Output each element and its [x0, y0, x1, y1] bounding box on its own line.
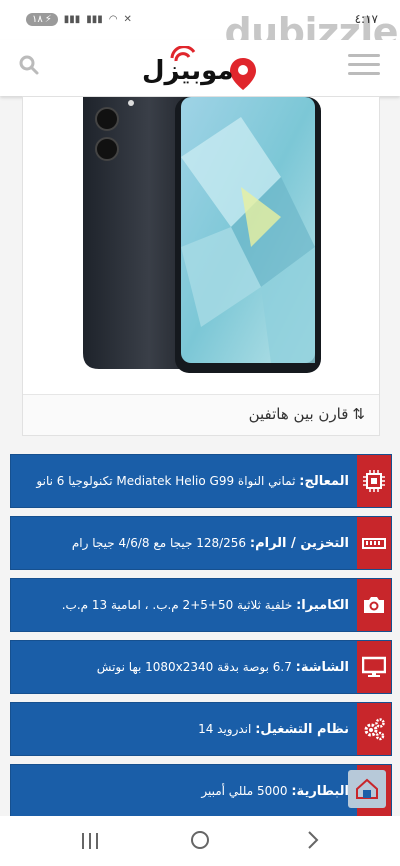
spec-value: 5000 مللي أمبير [201, 784, 288, 798]
spec-text: التخزين / الرام: 128/256 جيجا مع 4/6/8 ج… [72, 517, 349, 569]
spec-label: نظام التشغيل: [255, 722, 349, 737]
spec-label: الشاشة: [295, 660, 349, 675]
compare-link[interactable]: ⇅ قارن بين هاتفين [249, 405, 365, 423]
spec-label: البطارية: [291, 784, 349, 799]
site-header: موبيزل [0, 40, 400, 96]
memory-icon [357, 517, 391, 569]
spec-text: المعالج: ثماني النواة Mediatek Helio G99… [36, 455, 349, 507]
back-icon[interactable] [306, 831, 320, 849]
home-fab[interactable] [348, 770, 386, 808]
spec-text: البطارية: 5000 مللي أمبير [201, 765, 349, 817]
battery-level: ١٨ [32, 14, 43, 25]
spec-text: الشاشة: 6.7 بوصة بدقة 1080x2340 بها نوتش [97, 641, 349, 693]
charging-icon: ⚡ [44, 14, 52, 25]
spec-row-os: نظام التشغيل: اندرويد 14 [10, 702, 392, 756]
home-button-icon[interactable] [191, 831, 209, 849]
product-image [83, 97, 321, 373]
logo-text: موبيزل [142, 56, 234, 86]
spec-row-display: الشاشة: 6.7 بوصة بدقة 1080x2340 بها نوتش [10, 640, 392, 694]
gears-icon [357, 703, 391, 755]
spec-row-battery: البطارية: 5000 مللي أمبير [10, 764, 392, 818]
camera-icon [357, 579, 391, 631]
spec-label: المعالج: [299, 474, 349, 489]
monitor-icon [357, 641, 391, 693]
spec-value: خلفية ثلاثية 50+5+2 م.ب. ، امامية 13 م.ب… [61, 598, 293, 612]
spec-text: نظام التشغيل: اندرويد 14 [198, 703, 349, 755]
spec-value: اندرويد 14 [198, 722, 252, 736]
site-logo[interactable]: موبيزل [142, 46, 262, 90]
spec-value: 6.7 بوصة بدقة 1080x2340 بها نوتش [96, 660, 292, 674]
signal-icon-2: ▮▮▮ [86, 14, 103, 25]
spec-value: 128/256 جيجا مع 4/6/8 جيجا رام [71, 536, 247, 550]
spec-row-camera: الكاميرا: خلفية ثلاثية 50+5+2 م.ب. ، اما… [10, 578, 392, 632]
compare-label: قارن بين هاتفين [248, 405, 349, 423]
spec-label: التخزين / الرام: [249, 536, 349, 551]
product-card: ⇅ قارن بين هاتفين [22, 96, 380, 436]
battery-indicator: ١٨ ⚡ [26, 13, 58, 26]
wifi-icon: ◠ [108, 14, 118, 25]
spec-row-processor: المعالج: ثماني النواة Mediatek Helio G99… [10, 454, 392, 508]
spec-row-storage: التخزين / الرام: 128/256 جيجا مع 4/6/8 ج… [10, 516, 392, 570]
system-nav-bar [0, 816, 400, 866]
mute-icon: ✕ [123, 14, 132, 25]
status-icons: ١٨ ⚡ ▮▮▮ ▮▮▮ ◠ ✕ [26, 13, 132, 26]
spec-label: الكاميرا: [296, 598, 349, 613]
menu-icon[interactable] [348, 54, 380, 78]
signal-icon: ▮▮▮ [63, 14, 81, 25]
recent-apps-icon[interactable] [80, 832, 100, 850]
spec-text: الكاميرا: خلفية ثلاثية 50+5+2 م.ب. ، اما… [62, 579, 349, 631]
chip-icon [357, 455, 391, 507]
home-icon [356, 778, 378, 799]
search-icon[interactable] [18, 54, 40, 76]
spec-value: ثماني النواة Mediatek Helio G99 تكنولوجي… [36, 474, 296, 488]
compare-bar[interactable]: ⇅ قارن بين هاتفين [23, 394, 379, 435]
compare-icon: ⇅ [352, 405, 365, 423]
